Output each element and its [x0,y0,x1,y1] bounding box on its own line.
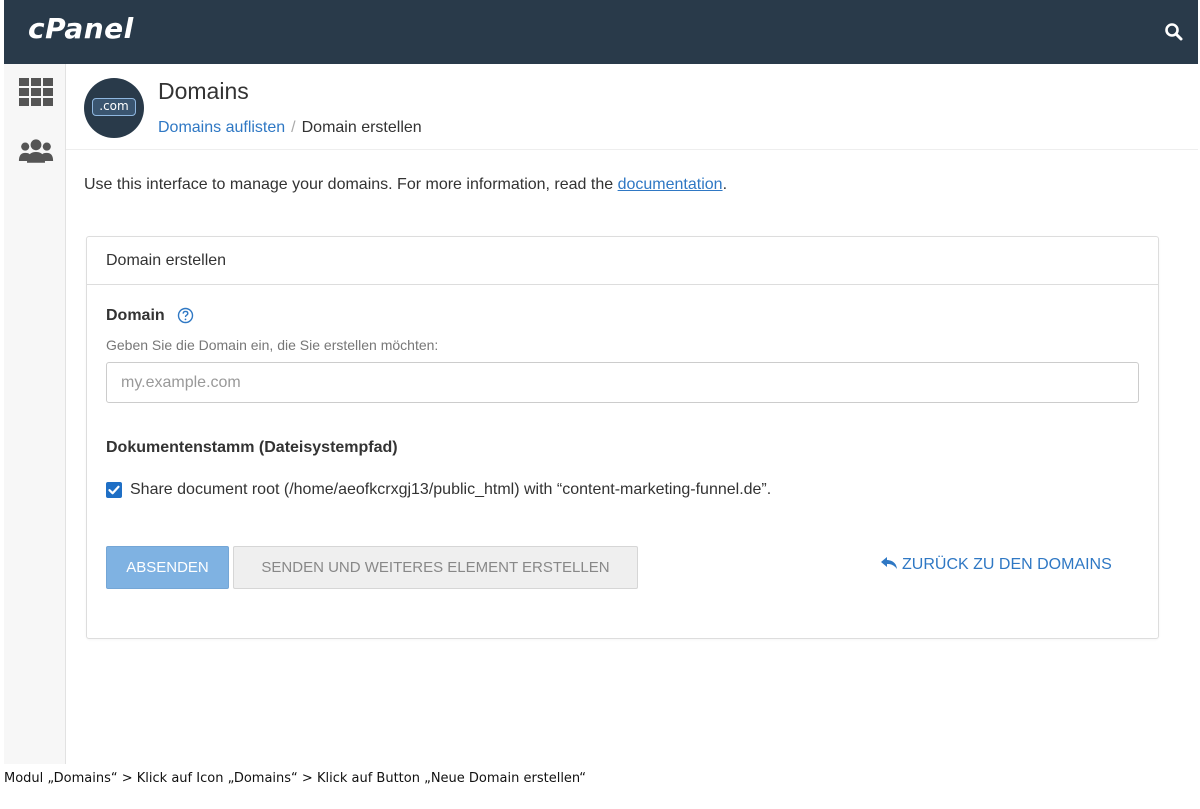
domain-label: Domain [106,307,165,324]
breadcrumb-separator: / [291,119,296,136]
domain-hint: Geben Sie die Domain ein, die Sie erstel… [106,337,439,353]
panel-heading-text: Domain erstellen [106,252,227,269]
page-title: Domains [158,78,249,104]
share-docroot-label[interactable]: Share document root (/home/aeofkcrxgj13/… [130,481,771,499]
breadcrumb-current: Domain erstellen [301,119,422,136]
docroot-label: Dokumentenstamm (Dateisystempfad) [106,439,398,456]
reply-arrow-icon [881,557,897,569]
panel-heading: Domain erstellen [87,237,1158,285]
domain-input[interactable] [106,362,1139,403]
back-to-domains-label: ZURÜCK ZU DEN DOMAINS [902,556,1112,573]
cpanel-logo[interactable]: cPanel [28,12,134,45]
documentation-link[interactable]: documentation [618,176,723,193]
intro-sentence: Use this interface to manage your domain… [84,176,618,193]
back-to-domains-link[interactable]: ZURÜCK ZU DEN DOMAINS [880,556,1112,574]
submit-button[interactable]: ABSENDEN [106,546,229,589]
submit-and-create-another-button[interactable]: SENDEN UND WEITERES ELEMENT ERSTELLEN [233,546,638,589]
users-icon [18,139,54,163]
help-icon [177,307,194,324]
main-content: .com Domains Domains auflisten / Domain er… [66,64,1198,764]
top-bar: cPanel [4,0,1198,64]
intro-period: . [722,176,728,193]
app-window: cPanel .com Domains Domains auflisten / … [4,0,1198,764]
domain-help-button[interactable] [177,307,194,324]
checkmark-icon [108,485,120,495]
sidebar-item-tools[interactable] [18,74,54,110]
share-docroot-checkbox[interactable] [106,482,122,498]
create-domain-panel: Domain erstellen Domain Geben Sie die Do… [86,236,1159,639]
com-label: .com [92,98,136,116]
intro-text: Use this interface to manage your domain… [84,176,727,194]
sidebar [4,64,66,764]
search-icon [1165,23,1183,41]
breadcrumb-parent-link[interactable]: Domains auflisten [158,119,285,136]
page-header: .com Domains Domains auflisten / Domain er… [66,64,1198,150]
domains-app-icon: .com [84,78,144,138]
breadcrumb: Domains auflisten / Domain erstellen [158,119,422,137]
search-button[interactable] [1162,20,1186,44]
grid-icon [19,78,53,106]
sidebar-item-users[interactable] [18,134,54,170]
figure-caption: Modul „Domains“ > Klick auf Icon „Domain… [4,771,586,786]
